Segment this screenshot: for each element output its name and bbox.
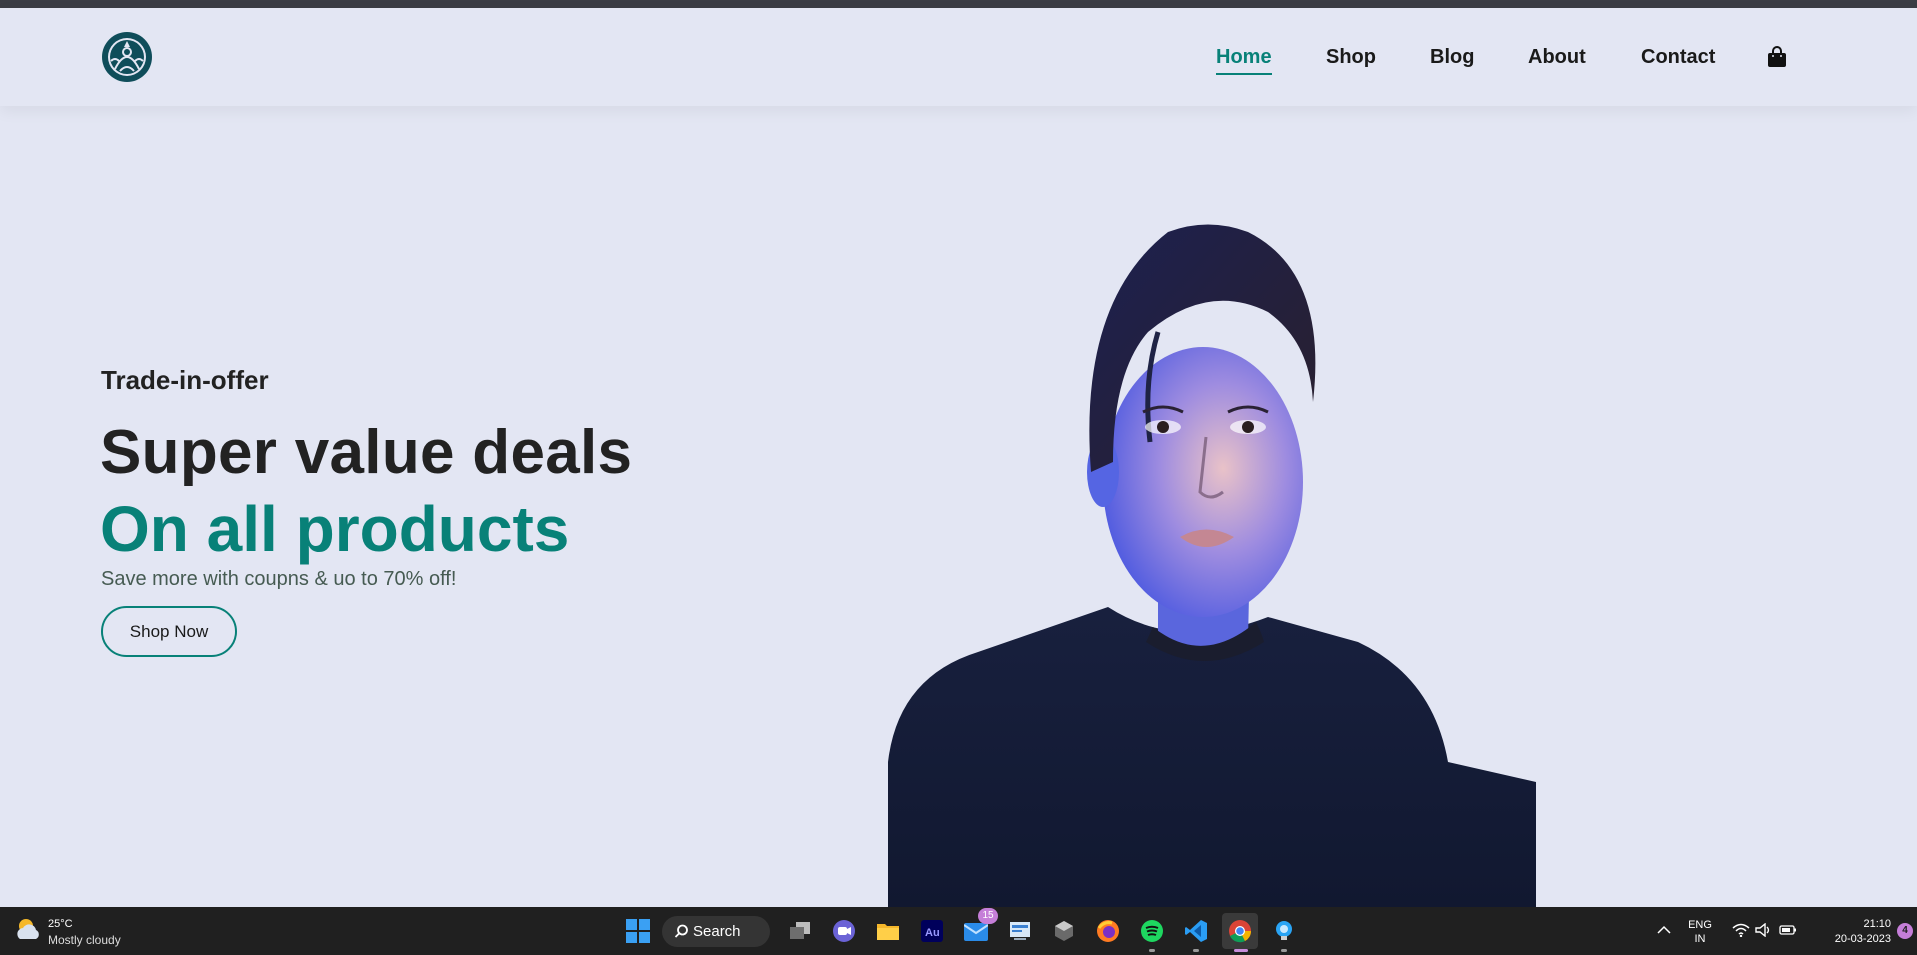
nav-shop[interactable]: Shop bbox=[1326, 46, 1376, 69]
svg-text:Au: Au bbox=[925, 927, 940, 939]
chat-app-icon bbox=[833, 920, 855, 942]
bulb-app-button[interactable] bbox=[1266, 913, 1302, 952]
chrome-icon bbox=[1229, 920, 1252, 943]
windows-taskbar: 25°C Mostly cloudy Search Au 15 ENG IN 2… bbox=[0, 907, 1917, 955]
vscode-icon bbox=[1185, 920, 1207, 942]
vscode-button[interactable] bbox=[1178, 913, 1214, 952]
chat-app-button[interactable] bbox=[826, 913, 862, 949]
mail-icon bbox=[964, 923, 988, 941]
shop-now-button[interactable]: Shop Now bbox=[101, 606, 237, 657]
search-icon bbox=[674, 924, 688, 938]
notification-badge[interactable]: 4 bbox=[1897, 923, 1913, 939]
running-indicator bbox=[1193, 949, 1199, 952]
hero-headline-accent: On all products bbox=[100, 493, 570, 565]
language-code: ENG bbox=[1688, 919, 1712, 931]
cube-icon bbox=[1055, 921, 1073, 941]
browser-top-strip bbox=[0, 0, 1917, 8]
battery-icon[interactable] bbox=[1779, 924, 1797, 936]
shopping-bag-icon[interactable] bbox=[1767, 46, 1787, 68]
nav-home[interactable]: Home bbox=[1216, 46, 1272, 75]
site-header: Home Shop Blog About Contact bbox=[0, 8, 1917, 106]
spotify-button[interactable] bbox=[1134, 913, 1170, 952]
audition-icon: Au bbox=[921, 920, 943, 942]
file-explorer-button[interactable] bbox=[870, 913, 906, 949]
taskbar-search[interactable]: Search bbox=[662, 916, 770, 947]
nav-about[interactable]: About bbox=[1528, 46, 1586, 69]
firefox-icon bbox=[1097, 920, 1119, 942]
weather-temp: 25°C bbox=[48, 918, 73, 930]
search-label: Search bbox=[693, 923, 741, 940]
control-panel-button[interactable] bbox=[1002, 913, 1038, 949]
hero-kicker: Trade-in-offer bbox=[101, 365, 269, 395]
hero-model-image bbox=[888, 224, 1536, 908]
running-indicator bbox=[1281, 949, 1287, 952]
wifi-icon[interactable] bbox=[1732, 923, 1750, 937]
weather-condition: Mostly cloudy bbox=[48, 933, 121, 947]
lightbulb-icon bbox=[1276, 921, 1292, 940]
task-view-button[interactable] bbox=[782, 913, 818, 949]
task-view-icon bbox=[790, 922, 810, 939]
language-indicator[interactable]: ENG IN bbox=[1685, 918, 1715, 946]
chrome-button[interactable] bbox=[1222, 913, 1258, 952]
system-tray: ENG IN 21:10 20-03-2023 4 bbox=[1617, 907, 1917, 955]
mail-button[interactable]: 15 bbox=[958, 908, 998, 949]
running-indicator bbox=[1149, 949, 1155, 952]
hero-headline: Super value deals bbox=[100, 418, 633, 487]
volume-icon[interactable] bbox=[1755, 923, 1773, 937]
folder-icon bbox=[877, 924, 899, 940]
active-indicator bbox=[1234, 949, 1248, 952]
nav-blog[interactable]: Blog bbox=[1430, 46, 1474, 69]
clock-time: 21:10 bbox=[1863, 918, 1891, 930]
3d-app-button[interactable] bbox=[1046, 913, 1082, 949]
hero-subtext: Save more with coupns & uo to 70% off! bbox=[101, 568, 457, 590]
region-code: IN bbox=[1694, 933, 1706, 945]
audition-button[interactable]: Au bbox=[914, 913, 950, 949]
firefox-button[interactable] bbox=[1090, 913, 1126, 949]
cloudy-weather-icon bbox=[17, 919, 39, 939]
mail-badge: 15 bbox=[978, 908, 998, 924]
control-panel-icon bbox=[1010, 922, 1030, 940]
start-button[interactable] bbox=[620, 913, 656, 949]
main-nav: Home Shop Blog About Contact bbox=[0, 46, 1917, 76]
windows-logo-icon bbox=[626, 919, 650, 943]
chevron-up-icon[interactable] bbox=[1657, 925, 1671, 935]
clock-date: 20-03-2023 bbox=[1834, 933, 1891, 945]
nav-contact[interactable]: Contact bbox=[1641, 46, 1715, 69]
spotify-icon bbox=[1141, 920, 1163, 942]
taskbar-apps: Search Au 15 bbox=[620, 908, 1292, 952]
clock[interactable]: 21:10 20-03-2023 bbox=[1825, 917, 1891, 947]
